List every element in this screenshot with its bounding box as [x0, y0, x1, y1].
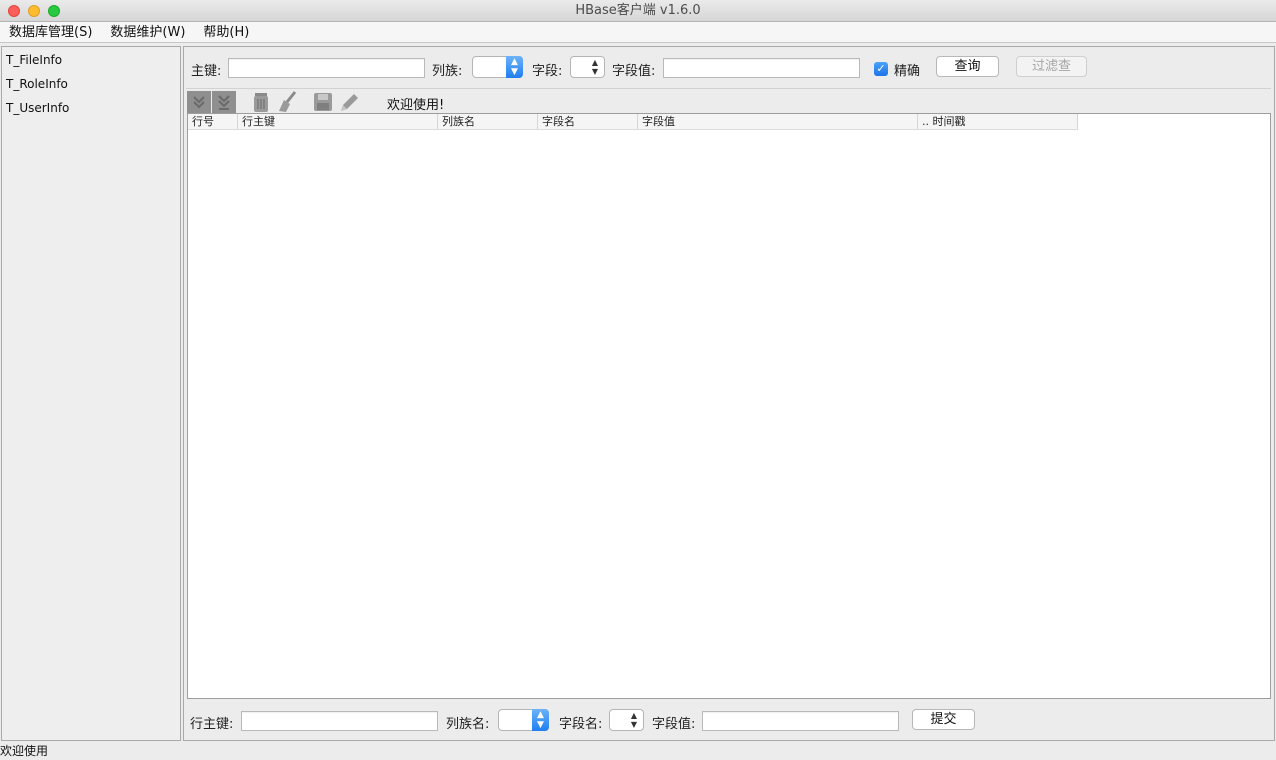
- chevron-updown-icon: ▲ ▼: [506, 56, 523, 78]
- chevron-updown-icon: ▲ ▼: [630, 711, 638, 729]
- edit-pencil-icon[interactable]: [337, 91, 361, 113]
- window-title: HBase客户端 v1.6.0: [575, 3, 701, 18]
- column-header-row-number[interactable]: 行号: [188, 114, 238, 130]
- status-bar: 欢迎使用: [0, 744, 49, 758]
- value-query-input[interactable]: [663, 58, 860, 78]
- main-panel: 主键: 列族: ▲ ▼ 字段: ▲ ▼ 字段值: ✓ 精确 查询 过滤查 欢迎使…: [183, 46, 1275, 741]
- exact-match-label: 精确: [894, 64, 921, 79]
- minimize-window-button[interactable]: [28, 5, 40, 17]
- column-header-value[interactable]: 字段值: [638, 114, 918, 130]
- submit-button[interactable]: 提交: [912, 709, 975, 730]
- column-header-timestamp[interactable]: .. 时间戳: [918, 114, 1078, 130]
- menu-database-management[interactable]: 数据库管理(S): [3, 22, 98, 43]
- submit-value-label: 字段值:: [652, 717, 696, 732]
- toolbar-message: 欢迎使用!: [387, 98, 445, 113]
- table-item-fileinfo[interactable]: T_FileInfo: [6, 53, 62, 67]
- submit-family-label: 列族名:: [446, 717, 490, 732]
- title-bar: HBase客户端 v1.6.0: [0, 0, 1276, 22]
- value-label: 字段值:: [612, 64, 656, 79]
- submit-field-label: 字段名:: [559, 717, 603, 732]
- family-label: 列族:: [432, 64, 463, 79]
- menu-data-maintenance[interactable]: 数据维护(W): [104, 22, 191, 43]
- delete-icon[interactable]: [249, 91, 273, 113]
- query-button[interactable]: 查询: [936, 56, 999, 77]
- chevron-updown-icon: ▲ ▼: [591, 58, 599, 76]
- column-header-field[interactable]: 字段名: [538, 114, 638, 130]
- column-header-row-key[interactable]: 行主键: [238, 114, 438, 130]
- move-bottom-icon[interactable]: [212, 91, 236, 113]
- submit-field-select[interactable]: ▲ ▼: [609, 709, 644, 731]
- field-select[interactable]: ▲ ▼: [570, 56, 605, 78]
- submit-rowkey-input[interactable]: [241, 711, 438, 731]
- app-window: HBase客户端 v1.6.0 数据库管理(S) 数据维护(W) 帮助(H) T…: [0, 0, 1276, 760]
- table-list: T_FileInfo T_RoleInfo T_UserInfo: [1, 46, 181, 741]
- maximize-window-button[interactable]: [48, 5, 60, 17]
- clear-broom-icon[interactable]: [275, 91, 299, 113]
- table-header: 行号 行主键 列族名 字段名 字段值 .. 时间戳: [188, 114, 1078, 130]
- exact-match-checkbox[interactable]: ✓: [874, 62, 888, 76]
- submit-family-select[interactable]: ▲ ▼: [498, 709, 549, 731]
- data-table[interactable]: 行号 行主键 列族名 字段名 字段值 .. 时间戳: [187, 113, 1271, 699]
- table-item-userinfo[interactable]: T_UserInfo: [6, 101, 69, 115]
- rowkey-label: 主键:: [191, 64, 222, 79]
- toolbar: 欢迎使用!: [186, 88, 1271, 114]
- menu-help[interactable]: 帮助(H): [197, 22, 255, 43]
- submit-form: 行主键: 列族名: ▲ ▼ 字段名: ▲ ▼ 字段值: 提交: [184, 699, 1274, 741]
- menu-bar: 数据库管理(S) 数据维护(W) 帮助(H): [0, 22, 1276, 43]
- table-item-roleinfo[interactable]: T_RoleInfo: [6, 77, 68, 91]
- field-label: 字段:: [532, 64, 563, 79]
- column-header-family[interactable]: 列族名: [438, 114, 538, 130]
- close-window-button[interactable]: [8, 5, 20, 17]
- filter-query-button[interactable]: 过滤查: [1016, 56, 1087, 77]
- rowkey-query-input[interactable]: [228, 58, 425, 78]
- move-down-icon[interactable]: [187, 91, 211, 113]
- chevron-updown-icon: ▲ ▼: [532, 709, 549, 731]
- family-select[interactable]: ▲ ▼: [472, 56, 523, 78]
- submit-value-input[interactable]: [702, 711, 899, 731]
- save-icon[interactable]: [311, 91, 335, 113]
- submit-rowkey-label: 行主键:: [190, 717, 234, 732]
